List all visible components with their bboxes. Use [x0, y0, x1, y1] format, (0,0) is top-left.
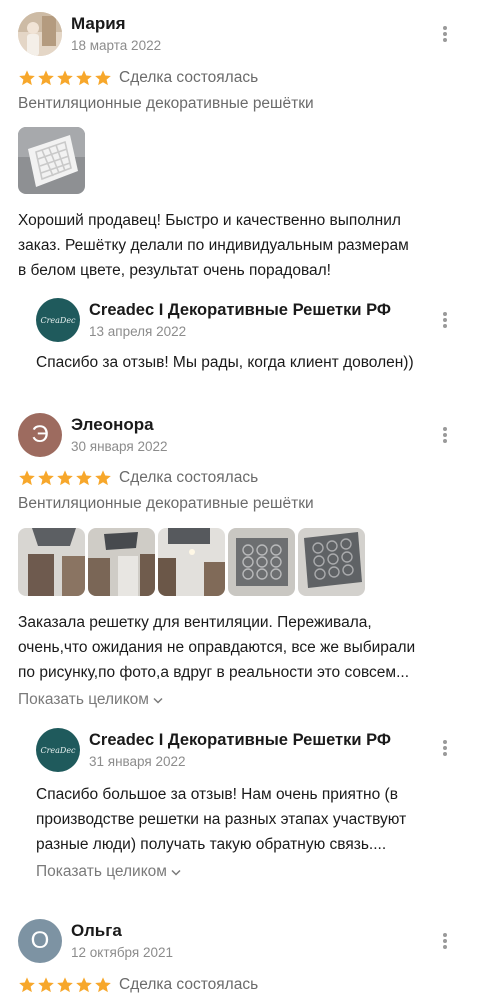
category-link[interactable]: Вентиляционные декоративные решётки [18, 495, 314, 513]
show-more-label: Показать целиком [36, 863, 167, 880]
show-more-link[interactable]: Показать целиком [18, 691, 163, 709]
reply-text-line: Спасибо за отзыв! Мы рады, когда клиент … [36, 354, 414, 371]
avatar-photo [18, 12, 62, 56]
author-name[interactable]: Мария [71, 14, 126, 34]
star-icon [76, 70, 92, 86]
chevron-down-icon [153, 697, 163, 704]
reply-text-line: производстве решетки на разных этапах уч… [36, 811, 407, 828]
reply-text-line: Спасибо большое за отзыв! Нам очень прия… [36, 786, 398, 803]
seller-logo: CreaDec [40, 315, 76, 325]
star-icon [38, 470, 54, 486]
star-icon [57, 470, 73, 486]
more-options-icon[interactable] [437, 24, 453, 44]
seller-avatar[interactable]: CreaDec [36, 298, 80, 342]
reply-text: Спасибо за отзыв! Мы рады, когда клиент … [36, 350, 414, 375]
review-photo[interactable] [158, 528, 225, 596]
seller-avatar[interactable]: CreaDec [36, 728, 80, 772]
author-name[interactable]: Элеонора [71, 415, 154, 435]
avatar[interactable] [18, 12, 62, 56]
review-text: Хороший продавец! Быстро и качественно в… [18, 208, 409, 283]
avatar[interactable]: О [18, 919, 62, 963]
review-photo[interactable] [18, 127, 85, 194]
reply-date: 31 января 2022 [89, 754, 186, 769]
star-icon [95, 70, 111, 86]
more-options-icon[interactable] [437, 310, 453, 330]
avatar-letter: Э [31, 421, 49, 448]
review-date: 12 октября 2021 [71, 945, 174, 960]
review-text-line: заказ. Решётку делали по индивидуальным … [18, 237, 409, 254]
star-icon [95, 470, 111, 486]
review-photo[interactable] [228, 528, 295, 596]
review-text-line: Заказала решетку для вентиляции. Пережив… [18, 614, 372, 631]
show-more-label: Показать целиком [18, 691, 149, 708]
star-icon [95, 977, 111, 993]
star-icon [76, 977, 92, 993]
star-icon [19, 470, 35, 486]
review-photo[interactable] [18, 528, 85, 596]
reply-date: 13 апреля 2022 [89, 324, 187, 339]
rating-stars [18, 69, 112, 87]
seller-logo: CreaDec [40, 745, 76, 755]
review-date: 18 марта 2022 [71, 38, 162, 53]
deal-status: Сделка состоялась [119, 976, 259, 993]
category-link[interactable]: Вентиляционные декоративные решётки [18, 95, 314, 113]
avatar-letter: О [30, 927, 50, 954]
more-options-icon[interactable] [437, 738, 453, 758]
avatar[interactable]: Э [18, 413, 62, 457]
review-text: Заказала решетку для вентиляции. Пережив… [18, 610, 415, 685]
review-text-line: очень,что ожидания не оправдаются, все ж… [18, 639, 416, 656]
rating-stars [18, 976, 112, 994]
seller-name[interactable]: Creadec I Декоративные Решетки РФ [89, 731, 391, 750]
author-name[interactable]: Ольга [71, 921, 122, 941]
review-photo[interactable] [88, 528, 155, 596]
more-options-icon[interactable] [437, 425, 453, 445]
review-text-line: Хороший продавец! Быстро и качественно в… [18, 212, 401, 229]
star-icon [19, 70, 35, 86]
rating-stars [18, 469, 112, 487]
review-photo[interactable] [298, 528, 365, 596]
star-icon [57, 70, 73, 86]
deal-status: Сделка состоялась [119, 69, 259, 86]
star-icon [38, 70, 54, 86]
more-options-icon[interactable] [437, 931, 453, 951]
chevron-down-icon [171, 869, 181, 876]
star-icon [38, 977, 54, 993]
review-text-line: по рисунку,по фото,а вдруг в реальности … [18, 664, 409, 681]
reply-text-line: разные люди) получать такую обратную свя… [36, 836, 387, 853]
review-text-line: в белом цвете, результат очень порадовал… [18, 262, 331, 279]
review-date: 30 января 2022 [71, 439, 168, 454]
reply-text: Спасибо большое за отзыв! Нам очень прия… [36, 782, 406, 857]
seller-name[interactable]: Creadec I Декоративные Решетки РФ [89, 301, 391, 320]
star-icon [76, 470, 92, 486]
star-icon [19, 977, 35, 993]
star-icon [57, 977, 73, 993]
show-more-link[interactable]: Показать целиком [36, 863, 181, 881]
deal-status: Сделка состоялась [119, 469, 259, 486]
